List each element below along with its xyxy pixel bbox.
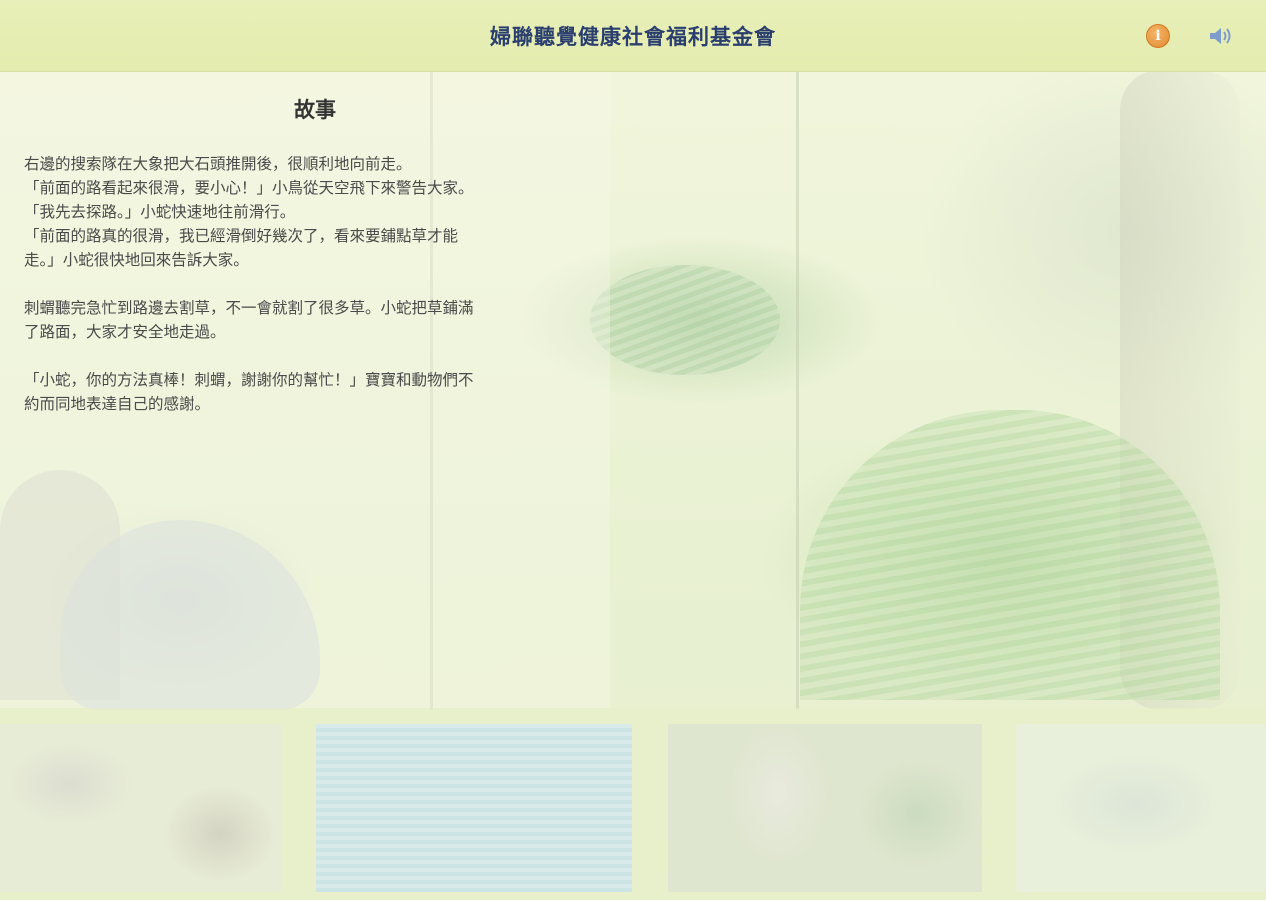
story-line: 走。」小蛇很快地回來告訴大家。 [24,251,249,269]
page-thumbnail[interactable] [0,724,282,892]
page-thumbnail[interactable] [1016,724,1266,892]
story-paragraph: 刺蝟聽完急忙到路邊去割草，不一會就割了很多草。小蛇把草鋪滿 了路面，大家才安全地… [24,296,596,344]
page-title: 婦聯聽覺健康社會福利基金會 [490,24,776,49]
story-text: 右邊的搜索隊在大象把大石頭推開後，很順利地向前走。 「前面的路看起來很滑，要小心… [24,152,596,440]
story-line: 刺蝟聽完急忙到路邊去割草，不一會就割了很多草。小蛇把草鋪滿 [24,299,474,317]
page-thumbnail[interactable] [316,724,632,892]
story-panel: 故事 右邊的搜索隊在大象把大石頭推開後，很順利地向前走。 「前面的路看起來很滑，… [0,72,610,708]
story-line: 「我先去探路。」小蛇快速地往前滑行。 [24,203,296,221]
page-thumbnail-strip [0,708,1266,900]
story-line: 「小蛇，你的方法真棒！刺蝟，謝謝你的幫忙！」寶寶和動物們不 [24,371,474,389]
story-title: 故事 [294,98,336,122]
story-line: 約而同地表達自己的感謝。 [24,395,211,413]
grass-bush [590,265,780,375]
speaker-icon[interactable] [1206,24,1236,48]
story-paragraph: 右邊的搜索隊在大象把大石頭推開後，很順利地向前走。 「前面的路看起來很滑，要小心… [24,152,596,272]
top-bar: 婦聯聽覺健康社會福利基金會 i [0,0,1266,72]
story-line: 「前面的路真的很滑，我已經滑倒好幾次了，看來要鋪點草才能 [24,227,459,245]
panel-divider [796,70,799,710]
page-thumbnail[interactable] [668,724,982,892]
story-line: 右邊的搜索隊在大象把大石頭推開後，很順利地向前走。 [24,155,412,173]
story-line: 了路面，大家才安全地走過。 [24,323,226,341]
story-paragraph: 「小蛇，你的方法真棒！刺蝟，謝謝你的幫忙！」寶寶和動物們不 約而同地表達自己的感… [24,368,596,416]
story-line: 「前面的路看起來很滑，要小心！」小鳥從天空飛下來警告大家。 [24,179,474,197]
info-icon[interactable]: i [1146,24,1170,48]
